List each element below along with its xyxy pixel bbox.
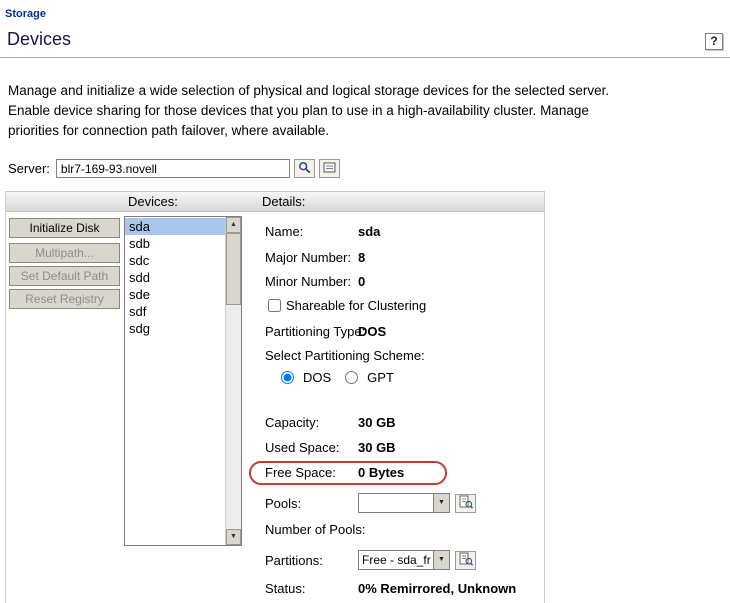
name-label: Name: — [265, 224, 358, 239]
arrow-down-icon: ▼ — [230, 533, 237, 540]
details-panel: Name: sda Major Number: 8 Minor Number: … — [242, 215, 540, 596]
name-value: sda — [358, 224, 380, 239]
reset-registry-button: Reset Registry — [9, 289, 120, 309]
chevron-down-icon[interactable]: ▼ — [433, 551, 449, 569]
panel-body: Initialize Disk Multipath... Set Default… — [6, 212, 544, 603]
arrow-up-icon: ▲ — [230, 221, 237, 228]
device-list-item[interactable]: sdc — [125, 252, 225, 269]
panel-header: Devices: Details: — [6, 192, 544, 212]
chevron-down-icon[interactable]: ▼ — [433, 494, 449, 512]
magnifier-icon — [298, 161, 311, 177]
shareable-label: Shareable for Clustering — [286, 298, 426, 313]
browse-icon — [459, 552, 473, 569]
gpt-radio[interactable] — [345, 371, 358, 384]
device-list-item[interactable]: sdd — [125, 269, 225, 286]
device-list-item[interactable]: sdf — [125, 303, 225, 320]
device-list-item[interactable]: sdb — [125, 235, 225, 252]
major-number-value: 8 — [358, 250, 365, 265]
page-title: Devices — [7, 29, 71, 50]
pools-label: Pools: — [265, 496, 358, 511]
pools-select[interactable]: ▼ — [358, 493, 450, 513]
partitions-select[interactable]: Free - sda_fr ▼ — [358, 550, 450, 570]
partitions-browse-button[interactable] — [455, 551, 476, 570]
object-selector-button[interactable] — [294, 159, 315, 178]
intro-text: Manage and initialize a wide selection o… — [8, 81, 635, 141]
title-bar: Devices ? — [0, 29, 730, 58]
partitions-label: Partitions: — [265, 553, 358, 568]
minor-number-label: Minor Number: — [265, 274, 358, 289]
multipath-button: Multipath... — [9, 243, 120, 263]
initialize-disk-button[interactable]: Initialize Disk — [9, 218, 120, 238]
breadcrumb-storage-link[interactable]: Storage — [0, 0, 730, 20]
used-space-value: 30 GB — [358, 440, 396, 455]
server-row: Server: — [8, 159, 730, 178]
action-button-column: Initialize Disk Multipath... Set Default… — [9, 215, 124, 596]
device-list-item[interactable]: sdg — [125, 320, 225, 337]
question-icon: ? — [710, 34, 717, 48]
history-icon — [323, 161, 336, 177]
devices-column-header: Devices: — [128, 194, 178, 209]
device-list-item[interactable]: sde — [125, 286, 225, 303]
used-space-label: Used Space: — [265, 440, 358, 455]
free-space-label: Free Space: — [265, 465, 358, 480]
help-button[interactable]: ? — [705, 33, 723, 50]
number-of-pools-label: Number of Pools: — [265, 522, 365, 537]
device-list-item[interactable]: sda — [125, 218, 225, 235]
capacity-label: Capacity: — [265, 415, 358, 430]
gpt-radio-label: GPT — [367, 370, 394, 385]
partitioning-scheme-options: DOS GPT — [281, 370, 540, 385]
scroll-up-button[interactable]: ▲ — [226, 217, 241, 233]
devices-panel: Devices: Details: Initialize Disk Multip… — [5, 191, 545, 603]
pools-browse-button[interactable] — [455, 494, 476, 513]
server-label: Server: — [8, 161, 50, 176]
details-column-header: Details: — [262, 194, 305, 209]
device-list: sda sdb sdc sdd sde sdf sdg ▲ ▼ — [124, 216, 242, 546]
list-scrollbar[interactable]: ▲ ▼ — [225, 217, 241, 545]
status-label: Status: — [265, 581, 358, 596]
partitioning-scheme-label: Select Partitioning Scheme: — [265, 348, 425, 363]
free-space-annotation: Free Space: 0 Bytes — [249, 461, 447, 485]
scroll-down-button[interactable]: ▼ — [226, 529, 241, 545]
partitions-select-value: Free - sda_fr — [359, 553, 433, 567]
dos-radio[interactable] — [281, 371, 294, 384]
partitioning-type-value: DOS — [358, 324, 386, 339]
set-default-path-button: Set Default Path — [9, 266, 120, 286]
major-number-label: Major Number: — [265, 250, 358, 265]
browse-icon — [459, 495, 473, 512]
object-history-button[interactable] — [319, 159, 340, 178]
server-input[interactable] — [56, 159, 290, 178]
scroll-thumb[interactable] — [226, 233, 241, 305]
status-value: 0% Remirrored, Unknown — [358, 581, 516, 596]
minor-number-value: 0 — [358, 274, 365, 289]
shareable-checkbox[interactable] — [268, 299, 281, 312]
dos-radio-label: DOS — [303, 370, 331, 385]
free-space-value: 0 Bytes — [358, 465, 404, 480]
capacity-value: 30 GB — [358, 415, 396, 430]
scroll-track[interactable] — [226, 305, 241, 529]
device-list-items: sda sdb sdc sdd sde sdf sdg — [125, 218, 225, 337]
partitioning-type-label: Partitioning Type: — [265, 324, 358, 339]
